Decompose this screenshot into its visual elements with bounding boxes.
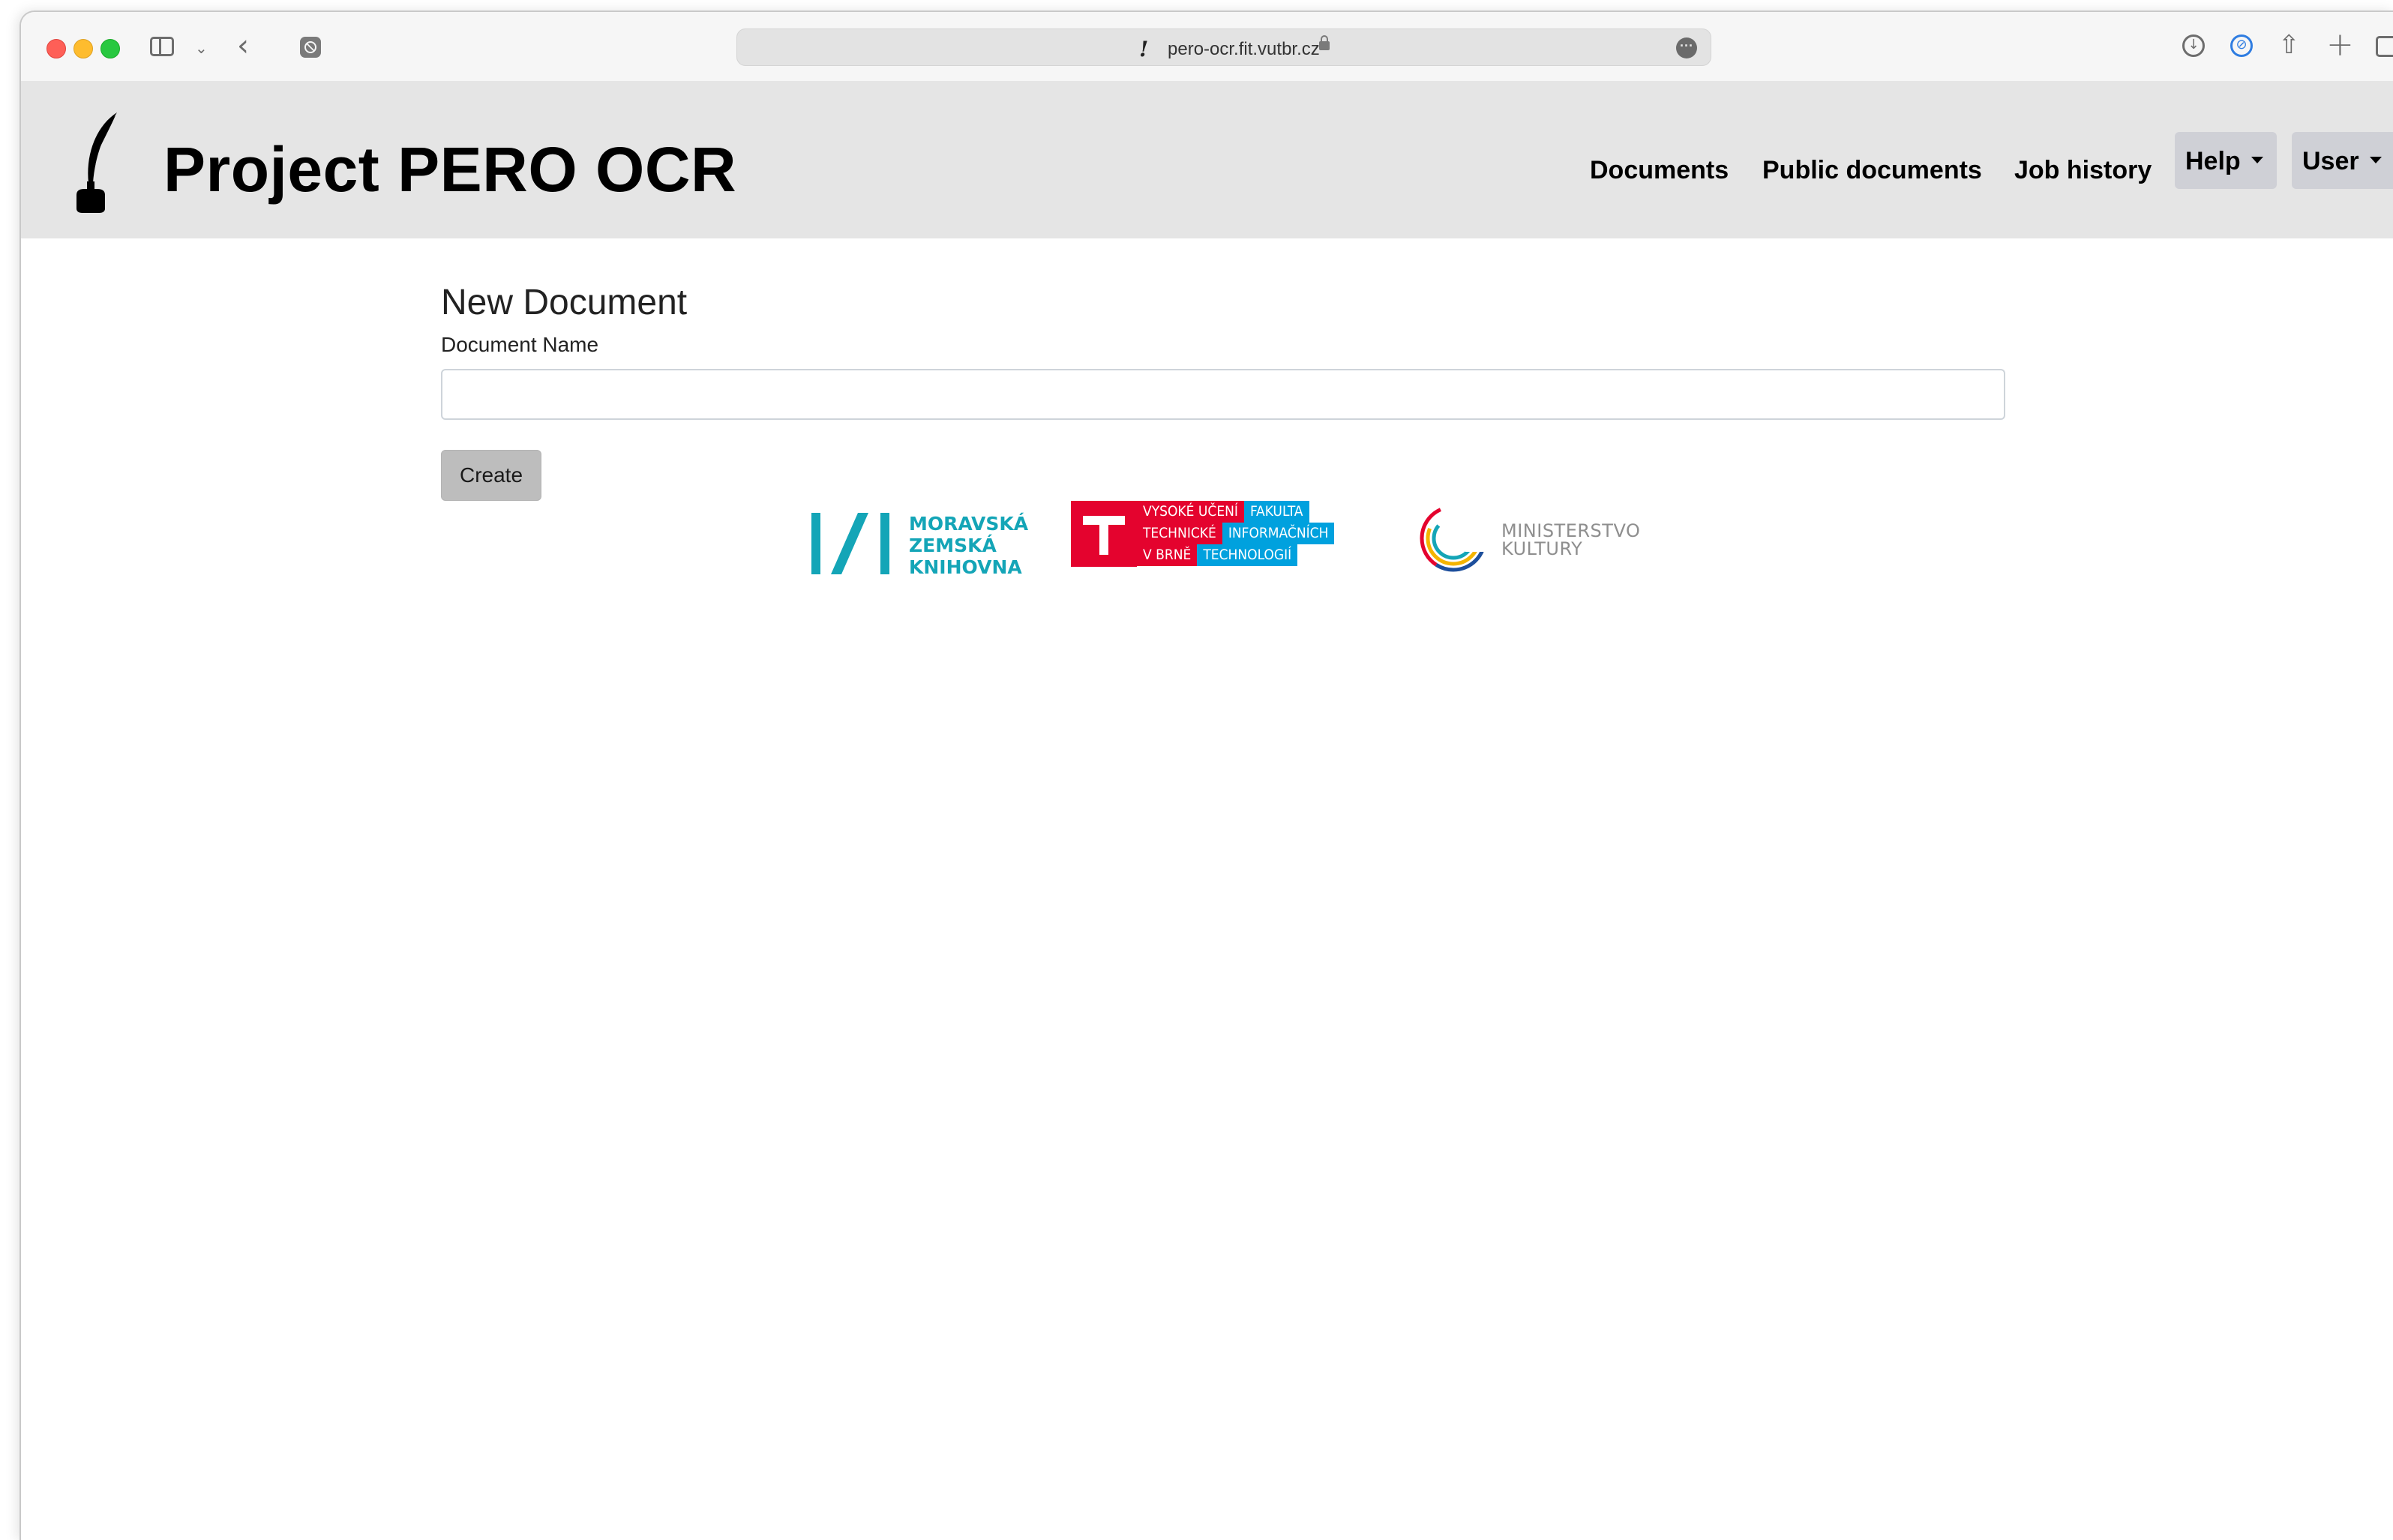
nav-job-history[interactable]: Job history xyxy=(2014,156,2152,185)
close-window-button[interactable] xyxy=(46,39,66,58)
page-title: New Document xyxy=(441,283,688,322)
document-name-label: Document Name xyxy=(441,333,599,356)
vut-fit-logo[interactable]: VYSOKÉ UČENÍ FAKULTA TECHNICKÉ INFORMAČNÍC… xyxy=(1071,501,1371,576)
mk-line-1: MINISTERSTVO xyxy=(1501,520,1641,541)
mzk-line-2: ZEMSKÁ xyxy=(909,535,997,556)
more-icon[interactable]: ··· xyxy=(1676,37,1697,58)
site-header: Project PERO OCR Documents Public docume… xyxy=(21,81,2393,238)
nav-user-dropdown[interactable]: User xyxy=(2292,132,2393,189)
nav-help-dropdown[interactable]: Help xyxy=(2175,132,2277,189)
chevron-down-icon[interactable]: ⌄ xyxy=(195,39,208,57)
quill-logo-icon[interactable] xyxy=(66,111,133,216)
site-title[interactable]: Project PERO OCR xyxy=(163,133,736,206)
back-arrow-icon[interactable]: ‹ xyxy=(237,28,249,63)
privacy-icon[interactable] xyxy=(300,37,321,58)
caret-down-icon xyxy=(2369,157,2382,163)
download-icon[interactable]: ↓ xyxy=(2182,34,2205,57)
browser-toolbar: ⌄ ‹ ! pero-ocr.fit.vutbr.cz ··· ↓ ⊘ ⇧ + xyxy=(21,12,2393,81)
mzk-logo[interactable]: MORAVSKÁ ZEMSKÁ KNIHOVNA xyxy=(810,499,1028,583)
vut-t-mark-icon xyxy=(1071,501,1137,567)
mzk-mark-icon xyxy=(811,513,889,574)
vut-text: TECHNICKÉ xyxy=(1137,523,1222,544)
mzk-line-1: MORAVSKÁ xyxy=(909,513,1029,535)
vut-row-3: V BRNĚ TECHNOLOGIÍ xyxy=(1137,544,1298,566)
sidebar-icon[interactable] xyxy=(150,37,174,56)
nav-public-documents[interactable]: Public documents xyxy=(1762,156,1982,185)
share-icon[interactable]: ⇧ xyxy=(2278,30,2300,60)
vut-row-2: TECHNICKÉ INFORMAČNÍCH xyxy=(1137,523,1335,544)
vut-row-1: VYSOKÉ UČENÍ FAKULTA xyxy=(1137,501,1309,523)
mk-circle-mark-icon xyxy=(1420,505,1491,572)
mk-name: MINISTERSTVO KULTURY xyxy=(1501,522,1640,558)
nav-user-label: User xyxy=(2302,147,2359,175)
tab-overview-icon[interactable] xyxy=(2376,36,2393,57)
mk-line-2: KULTURY xyxy=(1501,538,1583,559)
ministry-of-culture-logo[interactable]: MINISTERSTVO KULTURY xyxy=(1419,499,1644,582)
fit-text: TECHNOLOGIÍ xyxy=(1197,544,1298,566)
nav-help-label: Help xyxy=(2185,147,2241,175)
mzk-line-3: KNIHOVNA xyxy=(909,556,1022,578)
lock-icon xyxy=(1319,35,1330,50)
partner-logos: MORAVSKÁ ZEMSKÁ KNIHOVNA VYSOKÉ UČENÍ FAK… xyxy=(21,12,2393,1540)
minimize-window-button[interactable] xyxy=(73,39,93,58)
mzk-name: MORAVSKÁ ZEMSKÁ KNIHOVNA xyxy=(909,513,1028,578)
fit-text: INFORMAČNÍCH xyxy=(1222,523,1335,544)
url-text: pero-ocr.fit.vutbr.cz xyxy=(1168,39,1320,59)
extension-icon[interactable]: ⊘ xyxy=(2230,34,2253,57)
favicon-quill-icon: ! xyxy=(1139,37,1149,61)
vut-text: V BRNĚ xyxy=(1137,544,1198,566)
address-bar[interactable]: ! pero-ocr.fit.vutbr.cz ··· xyxy=(736,28,1711,66)
create-button[interactable]: Create xyxy=(441,450,541,501)
new-tab-icon[interactable]: + xyxy=(2326,25,2354,64)
fit-text: FAKULTA xyxy=(1243,501,1309,523)
caret-down-icon xyxy=(2251,157,2263,163)
nav-documents[interactable]: Documents xyxy=(1590,156,1729,185)
vut-text: VYSOKÉ UČENÍ xyxy=(1137,501,1244,523)
document-name-input[interactable] xyxy=(441,369,2005,420)
zoom-window-button[interactable] xyxy=(100,39,120,58)
browser-window: ⌄ ‹ ! pero-ocr.fit.vutbr.cz ··· ↓ ⊘ ⇧ + … xyxy=(19,10,2393,1540)
